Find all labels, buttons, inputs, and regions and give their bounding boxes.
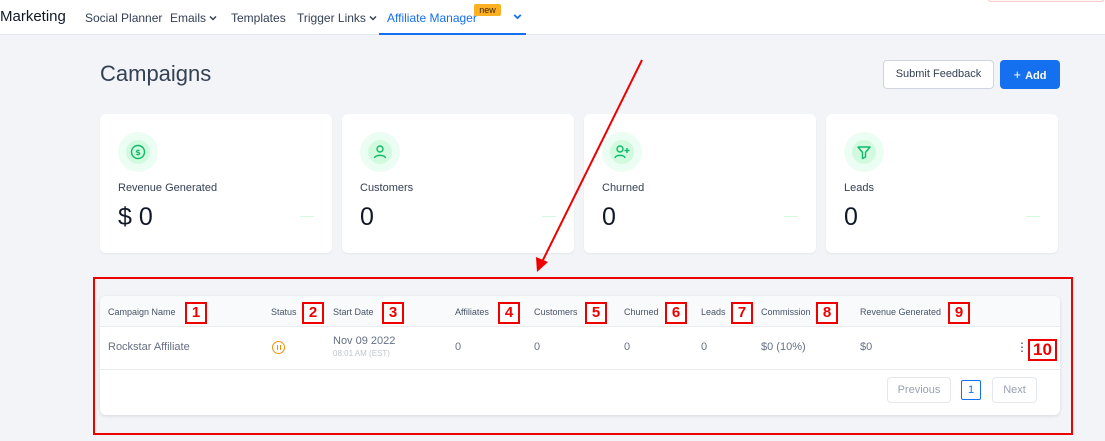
funnel-icon — [844, 132, 884, 172]
stat-card-customers: Customers 0 — [342, 114, 574, 253]
annotation-marker: 1 — [185, 302, 207, 324]
stat-label: Revenue Generated — [118, 182, 218, 194]
stat-card-churned: Churned 0 — [584, 114, 816, 253]
chevron-down-icon[interactable] — [512, 11, 523, 22]
nav-templates[interactable]: Templates — [231, 11, 286, 25]
svg-text:$: $ — [135, 148, 141, 157]
add-button[interactable]: + Add — [1000, 60, 1060, 89]
stat-label: Churned — [602, 182, 645, 194]
nav-trigger-links[interactable]: Trigger Links — [297, 11, 378, 25]
nav-trigger-links-label: Trigger Links — [297, 11, 366, 25]
user-plus-icon — [602, 132, 642, 172]
annotation-frame — [93, 277, 1073, 435]
sparkline — [1026, 216, 1040, 217]
annotation-marker: 6 — [665, 302, 687, 324]
annotation-marker: 10 — [1028, 339, 1057, 361]
user-icon — [360, 132, 400, 172]
sparkline — [300, 216, 314, 217]
page-title: Campaigns — [100, 61, 212, 86]
stat-value: 0 — [844, 203, 858, 231]
chevron-down-icon — [209, 15, 217, 21]
add-button-label: Add — [1025, 70, 1047, 82]
sparkline — [784, 216, 798, 217]
top-nav: Marketing Social Planner Emails Template… — [0, 0, 1105, 35]
stat-value: 0 — [602, 203, 616, 231]
active-tab-indicator — [379, 33, 526, 35]
stat-card-revenue: $ Revenue Generated $ 0 — [100, 114, 332, 253]
notice-banner-edge — [987, 0, 1105, 2]
annotation-marker: 7 — [731, 302, 753, 324]
plus-icon: + — [1013, 67, 1022, 82]
stat-label: Leads — [844, 182, 874, 194]
annotation-marker: 9 — [948, 302, 970, 324]
annotation-marker: 8 — [816, 302, 838, 324]
stat-label: Customers — [360, 182, 414, 194]
annotation-marker: 5 — [585, 302, 607, 324]
nav-social-planner[interactable]: Social Planner — [85, 11, 162, 25]
dollar-circle-icon: $ — [118, 132, 158, 172]
annotation-marker: 2 — [302, 302, 324, 324]
stat-card-leads: Leads 0 — [826, 114, 1058, 253]
submit-feedback-button[interactable]: Submit Feedback — [883, 60, 994, 89]
sparkline — [542, 216, 556, 217]
annotation-marker: 4 — [498, 302, 520, 324]
chevron-down-icon — [369, 15, 377, 21]
brand-title: Marketing — [0, 8, 66, 25]
stat-value: $ 0 — [118, 203, 153, 231]
annotation-marker: 3 — [382, 302, 404, 324]
nav-affiliate-manager[interactable]: Affiliate Manager — [387, 11, 477, 25]
stat-value: 0 — [360, 203, 374, 231]
nav-emails-label: Emails — [170, 11, 207, 25]
new-badge: new — [474, 4, 501, 16]
nav-emails[interactable]: Emails — [170, 11, 218, 25]
